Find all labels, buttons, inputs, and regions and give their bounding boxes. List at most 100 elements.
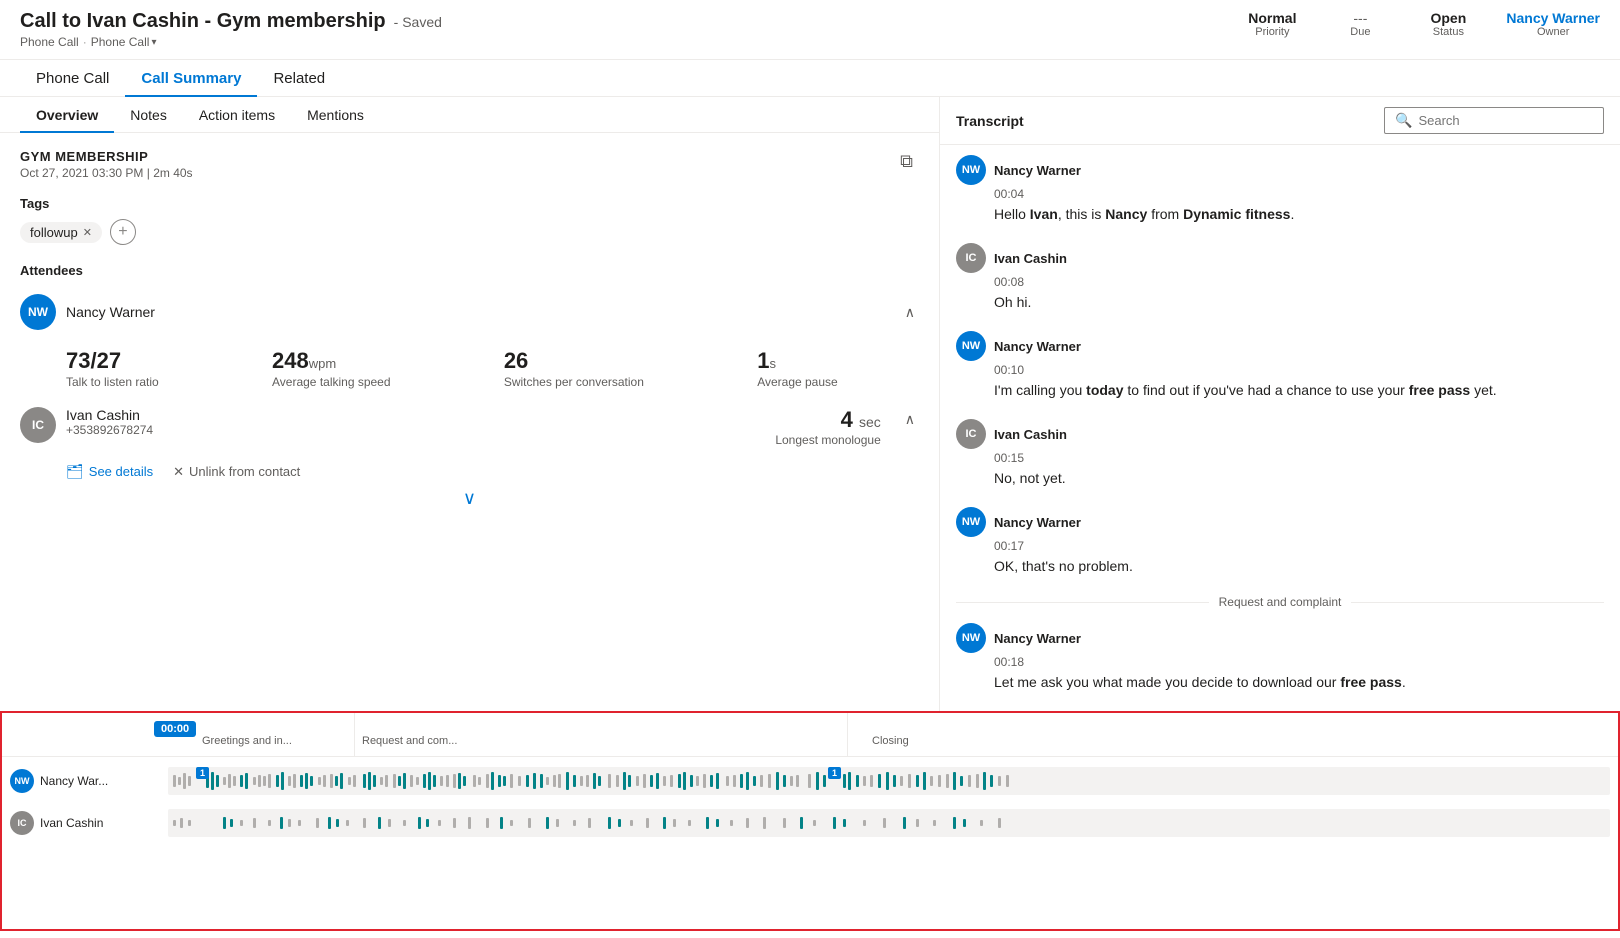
stat-pause: 1s Average pause	[757, 348, 919, 389]
left-panel: Overview Notes Action items Mentions GYM…	[0, 97, 940, 711]
stat-switches-value: 26	[504, 348, 725, 374]
timeline-timestamp-badge: 00:00	[154, 721, 196, 737]
attendee-row-nancy: NW Nancy Warner ∧	[20, 288, 919, 336]
tab-related[interactable]: Related	[257, 60, 341, 97]
priority-label: Priority	[1255, 26, 1289, 38]
message-sender-6: NW Nancy Warner	[956, 623, 1604, 653]
overview-content: GYM MEMBERSHIP Oct 27, 2021 03:30 PM | 2…	[0, 133, 939, 711]
copy-button[interactable]: ⧉	[894, 149, 919, 174]
due-meta: --- Due	[1330, 10, 1390, 38]
stat-pause-value: 1s	[757, 348, 919, 374]
owner-label: Owner	[1537, 26, 1569, 38]
nancy-flag-2: 1	[828, 767, 841, 779]
ivan-collapse-button[interactable]: ∧	[901, 407, 919, 432]
see-details-button[interactable]: 🗂 See details	[66, 463, 153, 480]
page-title-text: Call to Ivan Cashin - Gym membership	[20, 10, 386, 33]
stat-talk-listen-label: Talk to listen ratio	[66, 375, 240, 389]
attendees-section: Attendees NW Nancy Warner ∧ 73/27	[20, 263, 919, 517]
nancy-avatar: NW	[20, 294, 56, 330]
stat-talk-listen-value: 73/27	[66, 348, 240, 374]
nancy-collapse-button[interactable]: ∧	[901, 300, 919, 325]
ivan-waveform[interactable]	[168, 809, 1610, 837]
status-meta: Open Status	[1418, 10, 1478, 38]
message-block-4: IC Ivan Cashin 00:15 No, not yet.	[956, 419, 1604, 489]
message-block-3: NW Nancy Warner 00:10 I'm calling you to…	[956, 331, 1604, 401]
breadcrumb-dropdown[interactable]: Phone Call ▾	[91, 35, 157, 49]
track-row-nancy: NW Nancy War... 1 1	[10, 765, 1610, 797]
sub-tab-notes[interactable]: Notes	[114, 97, 183, 133]
monologue-label: Longest monologue	[775, 433, 880, 447]
nancy-info: NW Nancy Warner	[20, 294, 155, 330]
msg-sender-name-6: Nancy Warner	[994, 631, 1081, 646]
chevron-down-icon: ▾	[151, 37, 156, 48]
priority-meta: Normal Priority	[1242, 10, 1302, 38]
nancy-stats: 73/27 Talk to listen ratio 248wpm Averag…	[66, 348, 919, 389]
message-sender-4: IC Ivan Cashin	[956, 419, 1604, 449]
sub-tab-mentions[interactable]: Mentions	[291, 97, 380, 133]
saved-label: - Saved	[394, 14, 442, 30]
breadcrumb-item-1[interactable]: Phone Call	[20, 35, 79, 49]
unlink-contact-button[interactable]: ✕ Unlink from contact	[173, 463, 300, 480]
msg-text-2: Oh hi.	[994, 292, 1604, 313]
msg-sender-name-5: Nancy Warner	[994, 515, 1081, 530]
breadcrumb-separator: ·	[83, 35, 87, 49]
segment-label-greetings: Greetings and in...	[202, 735, 292, 747]
tag-remove-icon[interactable]: ✕	[83, 226, 92, 239]
stat-talking-speed: 248wpm Average talking speed	[272, 348, 472, 389]
tab-phone-call[interactable]: Phone Call	[20, 60, 125, 97]
call-meta: Oct 27, 2021 03:30 PM | 2m 40s	[20, 166, 193, 180]
expand-button[interactable]: ∨	[20, 480, 919, 517]
message-sender-1: NW Nancy Warner	[956, 155, 1604, 185]
app-header: Call to Ivan Cashin - Gym membership - S…	[0, 0, 1620, 60]
section-divider-request: Request and complaint	[956, 595, 1604, 609]
message-block-6: NW Nancy Warner 00:18 Let me ask you wha…	[956, 623, 1604, 693]
nancy-waveform[interactable]: 1 1	[168, 767, 1610, 795]
breadcrumb-item-2: Phone Call	[91, 35, 150, 49]
status-label: Status	[1433, 26, 1464, 38]
owner-value[interactable]: Nancy Warner	[1506, 10, 1600, 26]
right-panel: Transcript 🔍 NW Nancy Warner 00:04 Hello…	[940, 97, 1620, 711]
tag-name: followup	[30, 225, 78, 240]
message-block-1: NW Nancy Warner 00:04 Hello Ivan, this i…	[956, 155, 1604, 225]
track-label-ivan: IC Ivan Cashin	[10, 811, 160, 835]
tag-add-button[interactable]: +	[110, 219, 136, 245]
msg-avatar-ic-1: IC	[956, 243, 986, 273]
msg-text-6: Let me ask you what made you decide to d…	[994, 672, 1604, 693]
status-value: Open	[1430, 10, 1466, 26]
msg-time-3: 00:10	[994, 363, 1604, 377]
gym-title: GYM MEMBERSHIP	[20, 149, 193, 164]
msg-text-5: OK, that's no problem.	[994, 556, 1604, 577]
track-avatar-nw: NW	[10, 769, 34, 793]
msg-avatar-ic-2: IC	[956, 419, 986, 449]
tags-row: followup ✕ +	[20, 219, 919, 245]
transcript-search-box: 🔍	[1384, 107, 1604, 134]
track-row-ivan: IC Ivan Cashin	[10, 807, 1610, 839]
see-details-label: See details	[89, 464, 153, 479]
tab-call-summary[interactable]: Call Summary	[125, 60, 257, 97]
track-name-nancy: Nancy War...	[40, 774, 108, 788]
sub-tab-action-items[interactable]: Action items	[183, 97, 291, 133]
stat-talk-listen: 73/27 Talk to listen ratio	[66, 348, 240, 389]
sub-tab-overview[interactable]: Overview	[20, 97, 114, 133]
breadcrumb: Phone Call · Phone Call ▾	[20, 35, 442, 49]
due-label: Due	[1350, 26, 1370, 38]
track-name-ivan: Ivan Cashin	[40, 816, 103, 830]
message-block-5: NW Nancy Warner 00:17 OK, that's no prob…	[956, 507, 1604, 577]
unlink-label: Unlink from contact	[189, 464, 300, 479]
msg-text-4: No, not yet.	[994, 468, 1604, 489]
tags-section: Tags followup ✕ +	[20, 196, 919, 245]
track-label-nancy: NW Nancy War...	[10, 769, 160, 793]
stat-speed-value: 248wpm	[272, 348, 472, 374]
track-avatar-ic: IC	[10, 811, 34, 835]
ivan-phone: +353892678274	[66, 423, 153, 437]
nancy-waveform-svg	[168, 767, 1610, 795]
msg-sender-name-3: Nancy Warner	[994, 339, 1081, 354]
msg-time-6: 00:18	[994, 655, 1604, 669]
tag-chip-followup: followup ✕	[20, 222, 102, 243]
attendees-label: Attendees	[20, 263, 919, 278]
msg-avatar-nw-4: NW	[956, 623, 986, 653]
owner-meta[interactable]: Nancy Warner Owner	[1506, 10, 1600, 38]
stat-pause-unit: s	[769, 356, 776, 371]
transcript-search-input[interactable]	[1418, 113, 1593, 128]
message-sender-2: IC Ivan Cashin	[956, 243, 1604, 273]
